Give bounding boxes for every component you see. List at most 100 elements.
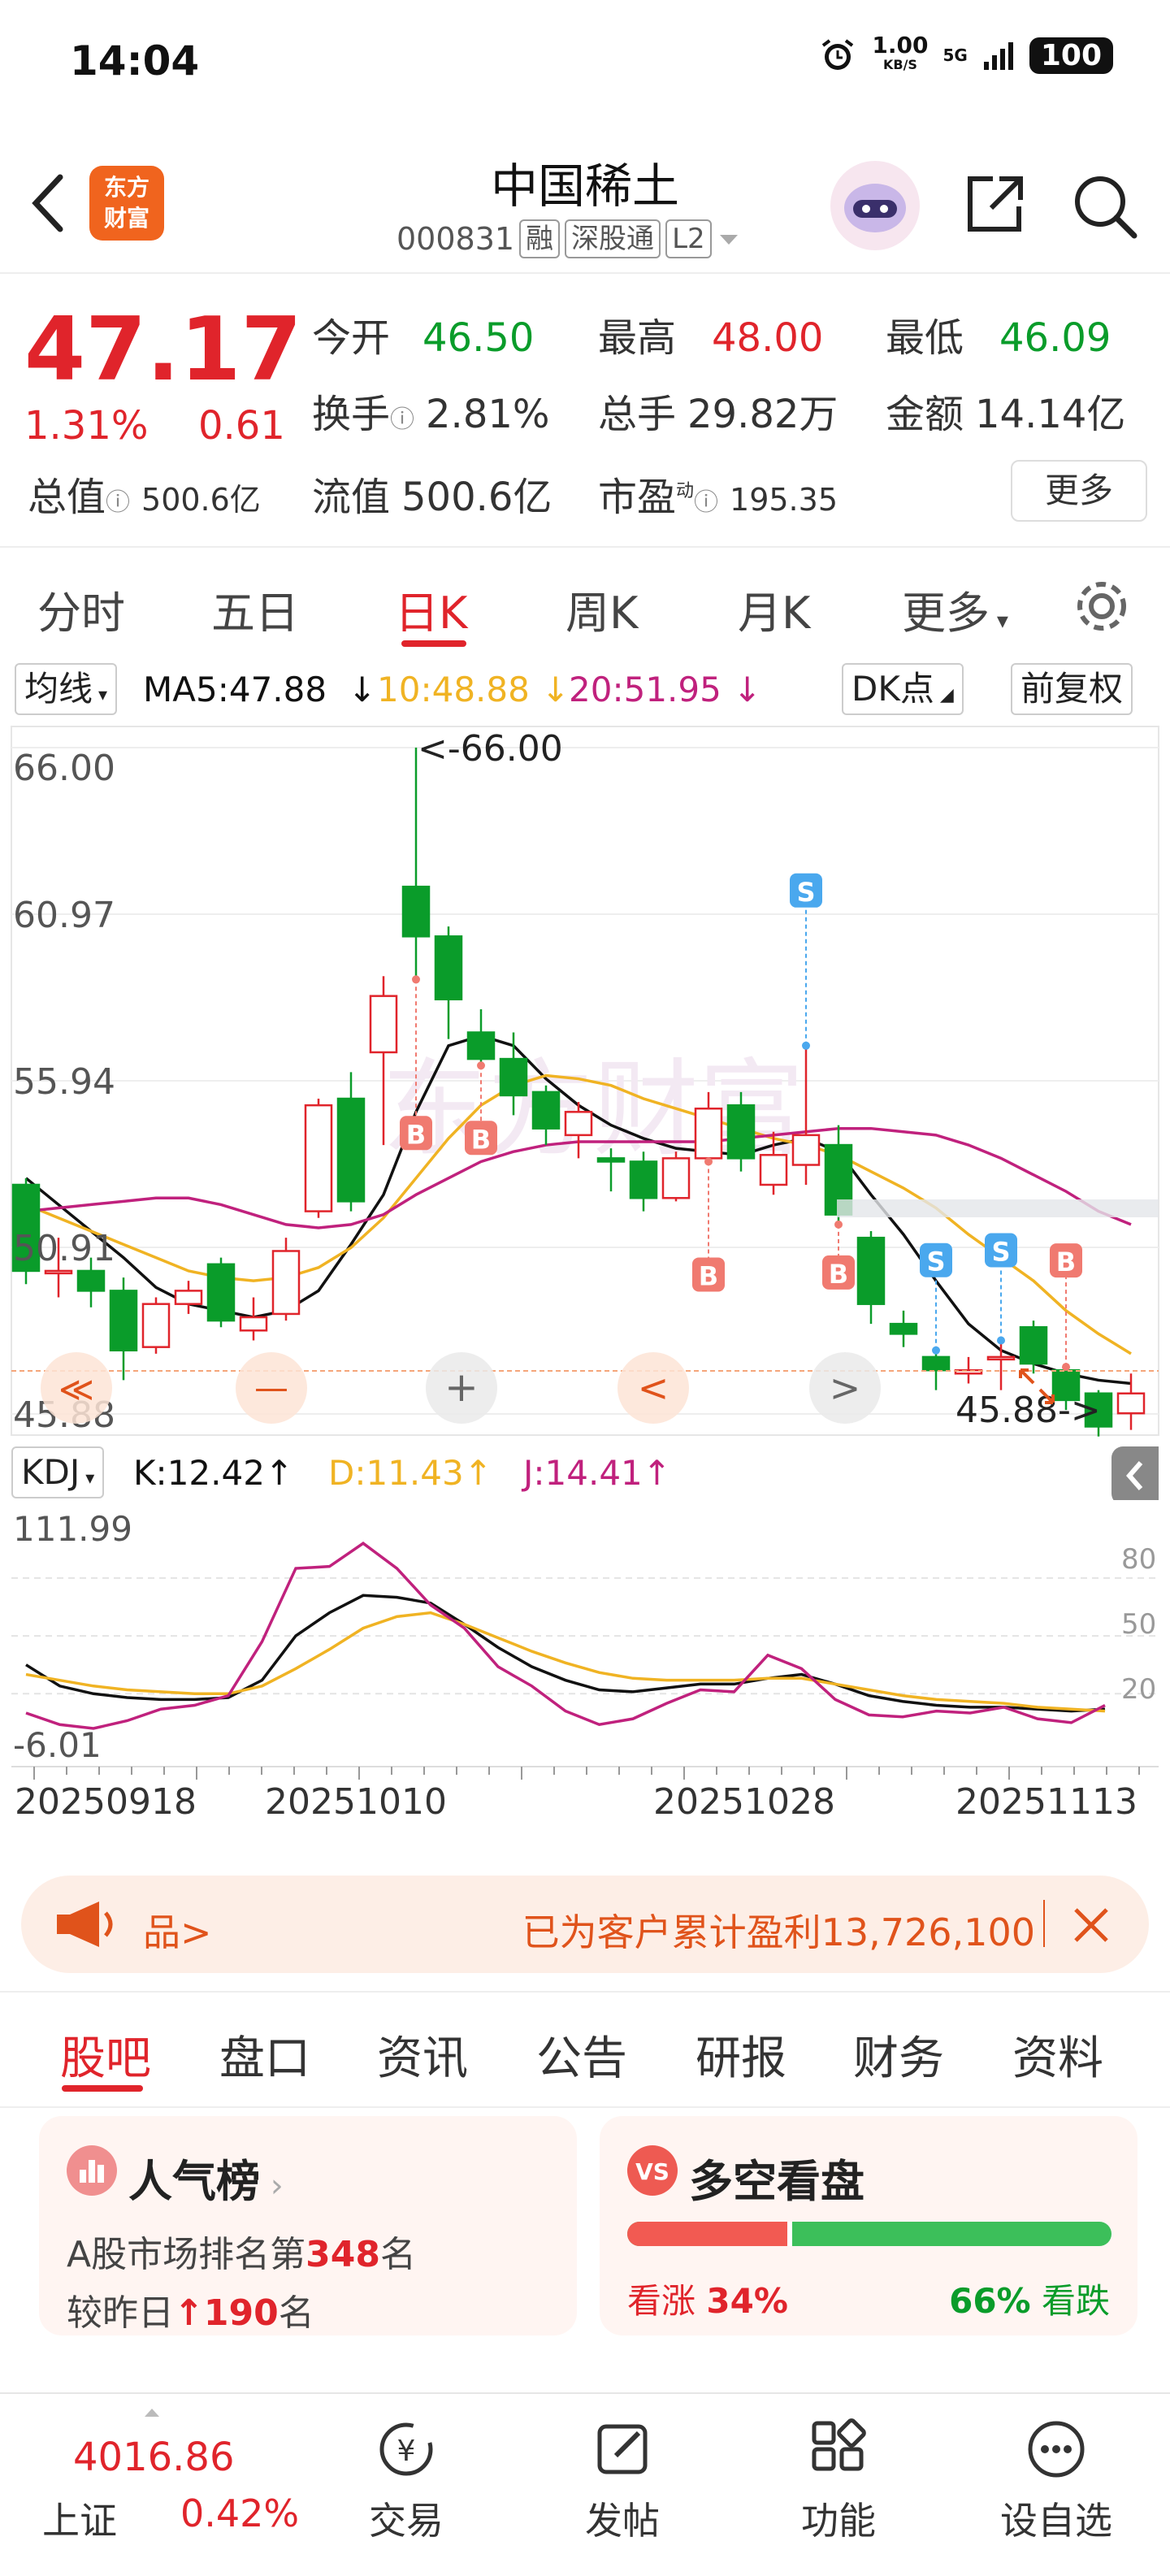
tab-monthly-k[interactable]: 月K: [738, 577, 810, 641]
candle-body: [44, 1269, 73, 1275]
candle-body: [954, 1368, 983, 1375]
ma20-value: 20:51.95: [569, 670, 722, 709]
signal-dot: [477, 1061, 485, 1070]
side-panel-toggle[interactable]: [1112, 1446, 1159, 1505]
y-axis-label: 50.91: [13, 1228, 115, 1269]
float-cap-field: 流值 500.6亿: [312, 475, 552, 520]
ma-legend-bar: 均线 ▾ MA5:47.88 ↓ 10:48.88 ↓ 20:51.95 ↓ DK点 …: [11, 663, 1159, 720]
bullish-label: 看涨 34%: [627, 2281, 788, 2321]
margin-tag: 融: [519, 219, 561, 258]
candle-body: [369, 995, 398, 1054]
y-axis-label: 60.97: [13, 895, 115, 936]
banner-profit-text: 已为客户累计盈利13,726,100: [522, 1910, 1035, 1954]
candle-body: [206, 1263, 236, 1322]
dk-point-dropdown[interactable]: DK点 ◢: [842, 663, 964, 715]
kdj-level-80: 80: [1121, 1543, 1156, 1576]
candle-body: [304, 1104, 333, 1212]
candle-body: [401, 885, 431, 938]
candle-body: [531, 1091, 561, 1130]
candle-body: [466, 1031, 496, 1060]
signal-label: B: [1056, 1247, 1076, 1277]
tab-forum[interactable]: 股吧: [60, 2022, 151, 2088]
kdj-j-value: J:14.41↑: [523, 1453, 671, 1493]
tab-weekly-k[interactable]: 周K: [566, 577, 638, 641]
tab-news[interactable]: 资讯: [377, 2022, 468, 2088]
candle-body: [629, 1160, 658, 1199]
nav-features[interactable]: 功能: [774, 2415, 904, 2545]
tab-five-day[interactable]: 五日: [211, 577, 299, 641]
info-icon[interactable]: ⓘ: [390, 405, 414, 434]
kdj-y-bottom: -6.01: [13, 1725, 102, 1765]
signal-dot: [1062, 1363, 1070, 1372]
tab-announcements[interactable]: 公告: [536, 2022, 627, 2088]
gear-icon[interactable]: [1071, 575, 1133, 637]
tab-profile[interactable]: 资料: [1012, 2022, 1103, 2088]
candle-body: [856, 1236, 886, 1305]
nav-post[interactable]: 发帖: [557, 2415, 687, 2545]
versus-icon: VS: [627, 2145, 678, 2196]
search-icon[interactable]: [1069, 171, 1141, 242]
kdj-d-value: D:11.43↑: [328, 1453, 492, 1493]
svg-text:—: —: [254, 1368, 288, 1407]
svg-text:≪: ≪: [58, 1369, 94, 1409]
nav-add-watchlist[interactable]: 设自选: [991, 2415, 1121, 2545]
kdj-dropdown[interactable]: KDJ ▾: [11, 1446, 105, 1498]
candle-body: [759, 1154, 788, 1186]
info-icon[interactable]: ⓘ: [106, 488, 130, 517]
popularity-rank-line: A股市场排名第348名: [67, 2234, 416, 2275]
tab-more[interactable]: 更多 ▾: [902, 577, 1008, 641]
tab-financials[interactable]: 财务: [853, 2022, 944, 2088]
signal-label: B: [829, 1259, 848, 1290]
tab-daily-k[interactable]: 日K: [395, 577, 467, 641]
signal-label: B: [471, 1124, 491, 1155]
info-icon[interactable]: ⓘ: [694, 488, 718, 517]
bottom-nav: 4016.86 上证 0.42% ¥ 交易 发帖 功能 设自选: [0, 2392, 1170, 2576]
active-tab-indicator: [401, 640, 466, 647]
signal-icon: [983, 42, 1013, 70]
y-axis-label: 66.00: [13, 748, 115, 789]
candle-body: [921, 1355, 951, 1372]
candle-body: [1116, 1392, 1146, 1415]
kline-chart[interactable]: 东方财富 66.0060.9755.9450.9145.88 BBBBSSSB …: [0, 723, 1170, 1438]
tab-intraday[interactable]: 分时: [37, 577, 125, 641]
min-price-marker: 45.88->: [956, 1390, 1101, 1431]
adjust-dropdown[interactable]: 前复权: [1011, 663, 1133, 715]
share-icon[interactable]: [960, 171, 1029, 239]
clock: 14:04: [70, 37, 200, 85]
volume-field: 总手 29.82万: [598, 392, 838, 437]
sentiment-card[interactable]: VS 多空看盘 看涨 34% 66% 看跌: [600, 2116, 1138, 2335]
candle-body: [76, 1269, 106, 1292]
signal-dot: [932, 1346, 940, 1355]
indicator-dropdown[interactable]: 均线 ▾: [15, 663, 118, 715]
date-label: 20251010: [265, 1781, 447, 1823]
candle-body: [564, 1111, 593, 1137]
candle-body: [109, 1290, 138, 1351]
signal-label: S: [926, 1247, 945, 1277]
high-field: 最高 48.00: [598, 315, 824, 361]
assistant-avatar[interactable]: [830, 161, 920, 250]
signal-dot: [834, 1220, 843, 1229]
candle-body: [1019, 1325, 1048, 1365]
profit-banner[interactable]: 品> 已为客户累计盈利13,726,100: [21, 1876, 1149, 1973]
svg-text:VS: VS: [635, 2158, 670, 2185]
alarm-icon: [822, 39, 854, 70]
signal-dot: [997, 1336, 1005, 1345]
close-icon[interactable]: [1071, 1905, 1112, 1945]
status-icons: 1.00 KB/S 5G 100: [818, 34, 1113, 75]
kdj-chart[interactable]: 111.99 -6.01 80 50 20 20250918 20251010 …: [0, 1500, 1170, 1850]
index-ticker[interactable]: 4016.86 上证 0.42%: [21, 2407, 314, 2561]
date-label: 20250918: [15, 1781, 197, 1823]
signal-dot: [412, 975, 420, 984]
tab-order-book[interactable]: 盘口: [219, 2022, 310, 2088]
more-button[interactable]: 更多: [1011, 460, 1147, 522]
tab-research[interactable]: 研报: [696, 2022, 786, 2088]
active-tab-indicator: [62, 2085, 143, 2092]
megaphone-icon: [57, 1902, 113, 1947]
amount-field: 金额 14.14亿: [886, 392, 1126, 437]
candle-body: [174, 1290, 203, 1305]
network-type: 5G: [942, 46, 968, 65]
popularity-card[interactable]: 人气榜 › A股市场排名第348名 较昨日↑190名: [39, 2116, 577, 2335]
chevron-down-icon[interactable]: [717, 227, 741, 251]
nav-trade[interactable]: ¥ 交易: [341, 2415, 471, 2545]
stock-code: 000831: [396, 221, 515, 257]
